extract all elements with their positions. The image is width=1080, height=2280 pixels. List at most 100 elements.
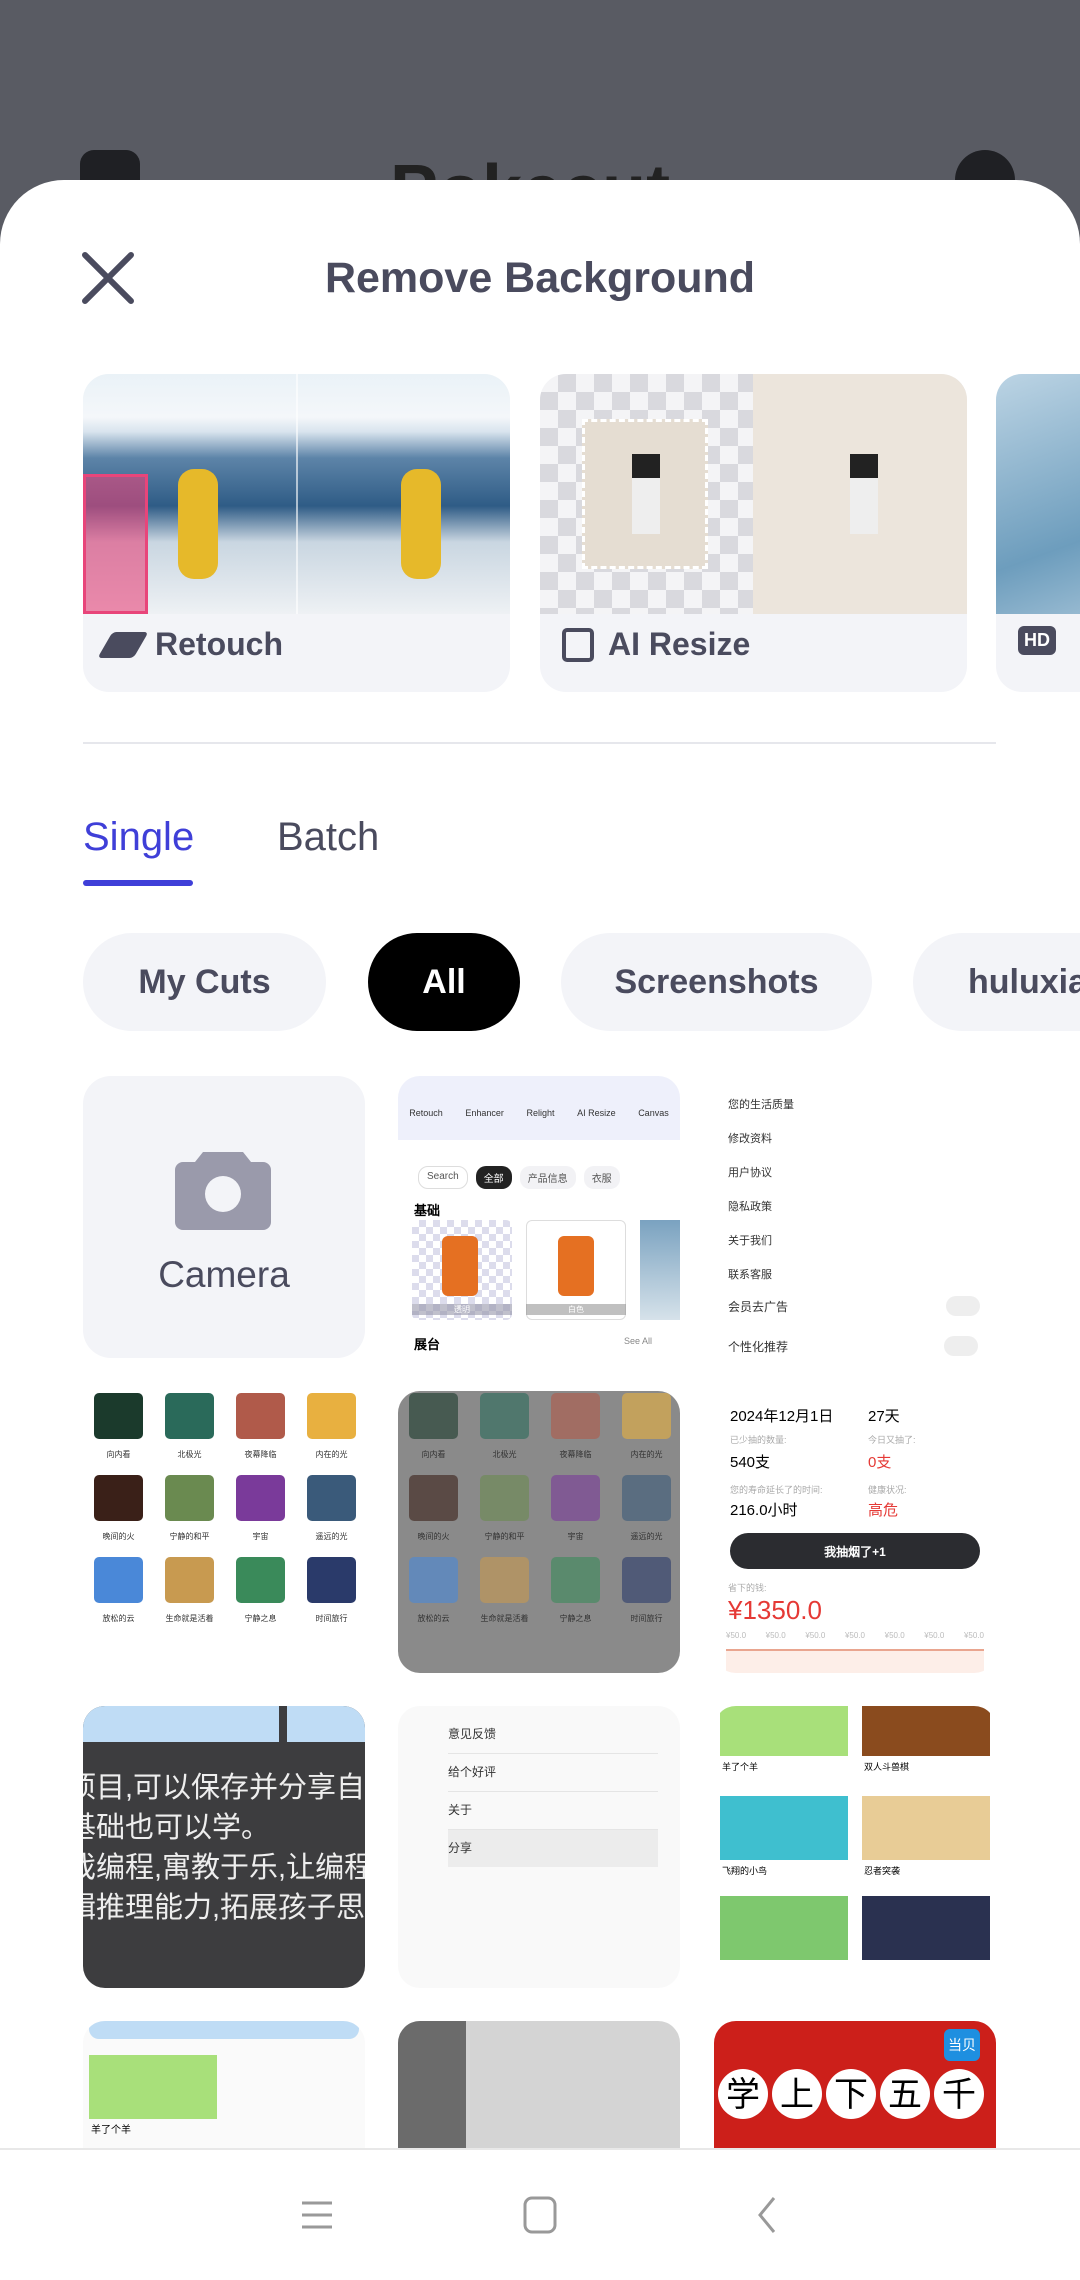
photo-thumb <box>551 1557 600 1603</box>
thumb-text: 向内看 <box>421 1450 446 1459</box>
poster-title: 学上下五千 <box>726 2076 996 2114</box>
thumb-text: See All <box>624 1336 653 1346</box>
thumb-text: 540支 <box>730 1454 771 1471</box>
retouch-preview-image <box>83 374 510 614</box>
system-nav-bar <box>0 2148 1080 2280</box>
thumb-text: 基础也可以学。 <box>83 1812 271 1844</box>
menu-icon[interactable] <box>300 2200 334 2230</box>
photo-thumb <box>165 1557 214 1603</box>
feature-card-ai-resize[interactable]: AI Resize <box>540 374 967 692</box>
thumb-text: 透明 <box>412 1304 512 1315</box>
thumb-text: ¥50.0 <box>924 1631 945 1640</box>
tab-batch[interactable]: Batch <box>277 815 379 860</box>
camera-tile[interactable]: Camera <box>83 1076 365 1358</box>
gallery-photo[interactable]: 向内看 北极光 夜幕降临 内在的光 晚间的火 宁静的和平 宇宙 遥远的光 放松的云 生命就是活着 宁… <box>398 1391 680 1673</box>
gallery-photo[interactable]: 项目,可以保存并分享自 基础也可以学。戏编程,寓教于乐,让编程 辑推理能力,拓展孩子… <box>83 1706 365 1988</box>
album-chip-all[interactable]: All <box>368 933 520 1031</box>
thumb-text: 白色 <box>526 1304 626 1315</box>
thumb-text: 遥远的光 <box>315 1532 348 1541</box>
tab-single[interactable]: Single <box>83 815 194 860</box>
photo-thumb <box>165 1393 214 1439</box>
album-chip-huluxia[interactable]: huluxia <box>913 933 1080 1031</box>
gallery-photo[interactable]: 您的生活质量 修改资料 用户协议 隐私政策 关于我们 联系客服 会员去广告 个性化推荐 <box>714 1076 996 1358</box>
home-icon[interactable] <box>523 2196 557 2234</box>
thumb-text: Canvas <box>638 1108 669 1118</box>
gallery-photo[interactable]: 羊了个羊 双人斗兽棋 飞翔的小鸟 忍者突袭 <box>714 1706 996 1988</box>
eraser-icon <box>97 631 149 658</box>
thumb-text: 衣服 <box>583 1166 620 1189</box>
photo-thumb <box>480 1475 529 1521</box>
photo-thumb <box>409 1393 458 1439</box>
gallery-photo[interactable]: 向内看 北极光 夜幕降临 内在的光 晚间的火 宁静的和平 宇宙 遥远的光 放松的云 生命就是活着 宁… <box>83 1391 365 1673</box>
feature-card-retouch[interactable]: Retouch <box>83 374 510 692</box>
thumb-text: ¥50.0 <box>963 1631 984 1640</box>
thumb-text: 放松的云 <box>417 1614 450 1623</box>
gallery-photo[interactable]: 意见反馈 给个好评 关于 分享 <box>398 1706 680 1988</box>
thumb-text: 已少抽的数量: <box>730 1435 787 1445</box>
thumb-text: 高危 <box>868 1502 899 1519</box>
thumb-text: 修改资料 <box>728 1133 772 1145</box>
thumb-text: 宁静之息 <box>559 1614 592 1623</box>
thumb-text: 双人斗兽棋 <box>864 1762 910 1772</box>
ai-resize-icon <box>562 627 594 662</box>
thumb-text: 宁静的和平 <box>484 1532 525 1541</box>
thumb-text: 遥远的光 <box>630 1532 663 1541</box>
feature-label: Retouch <box>155 626 283 662</box>
thumb-text: 2024年12月1日 <box>730 1408 834 1425</box>
photo-thumb <box>622 1557 671 1603</box>
thumb-text: 用户协议 <box>728 1167 772 1179</box>
thumb-text: ¥50.0 <box>765 1631 786 1640</box>
thumb-text: 时间旅行 <box>630 1614 663 1623</box>
photo-thumb <box>236 1475 285 1521</box>
photo-thumb <box>307 1475 356 1521</box>
remove-background-sheet: Remove Background Retouch AI Resize HD S… <box>0 180 1080 2280</box>
photo-thumb <box>307 1557 356 1603</box>
thumb-text: 隐私政策 <box>728 1201 772 1213</box>
thumb-text: 放松的云 <box>102 1614 135 1623</box>
thumb-text: 羊了个羊 <box>722 1762 759 1772</box>
photo-thumb <box>307 1393 356 1439</box>
thumb-text: 会员去广告 <box>728 1300 789 1314</box>
thumb-text: ¥50.0 <box>805 1631 826 1640</box>
photo-thumb <box>622 1475 671 1521</box>
thumb-button: 我抽烟了+1 <box>730 1533 980 1569</box>
thumb-text: 省下的钱: <box>728 1583 767 1593</box>
thumb-text: 项目,可以保存并分享自 <box>83 1772 365 1804</box>
ai-resize-preview-image <box>540 374 967 614</box>
thumb-text: 关于我们 <box>728 1235 772 1247</box>
thumb-text: 忍者突袭 <box>864 1866 901 1876</box>
thumb-text: 辑推理能力,拓展孩子思 <box>83 1892 365 1924</box>
thumb-text: 健康状况: <box>868 1485 907 1495</box>
thumb-text: 27天 <box>868 1408 900 1425</box>
back-icon[interactable] <box>756 2196 778 2234</box>
gallery-photo[interactable]: Retouch Enhancer Relight AI Resize Canvas Se… <box>398 1076 680 1358</box>
album-chip-screenshots[interactable]: Screenshots <box>561 933 872 1031</box>
thumb-text: 0支 <box>868 1454 892 1471</box>
photo-thumb <box>480 1393 529 1439</box>
thumb-text: 时间旅行 <box>315 1614 348 1623</box>
thumb-text: 北极光 <box>492 1450 517 1459</box>
feature-card-hd[interactable]: HD <box>996 374 1080 692</box>
thumb-text: AI Resize <box>577 1108 616 1118</box>
thumb-text: 基础 <box>414 1203 441 1218</box>
thumb-text: 您的生活质量 <box>728 1099 794 1111</box>
album-chip-my-cuts[interactable]: My Cuts <box>83 933 326 1031</box>
photo-thumb <box>622 1393 671 1439</box>
thumb-text: 羊了个羊 <box>91 2125 131 2136</box>
divider <box>83 742 996 744</box>
photo-thumb <box>409 1557 458 1603</box>
thumb-text: 内在的光 <box>630 1450 663 1459</box>
thumb-text: ¥50.0 <box>844 1631 865 1640</box>
photo-thumb <box>94 1393 143 1439</box>
thumb-text: Search <box>418 1166 468 1189</box>
thumb-text: 全部 <box>475 1166 512 1189</box>
gallery-photo[interactable]: 2024年12月1日 27天 已少抽的数量: 今日又抽了: 540支 0支 您的… <box>714 1391 996 1673</box>
thumb-text: 关于 <box>448 1792 658 1830</box>
thumb-text: 宇宙 <box>567 1532 584 1541</box>
thumb-text: 戏编程,寓教于乐,让编程 <box>83 1852 365 1884</box>
photo-thumb <box>480 1557 529 1603</box>
tab-indicator <box>83 880 193 886</box>
thumb-text: 生命就是活着 <box>480 1614 529 1623</box>
page-title: Remove Background <box>324 254 756 302</box>
hd-icon: HD <box>1018 626 1056 655</box>
